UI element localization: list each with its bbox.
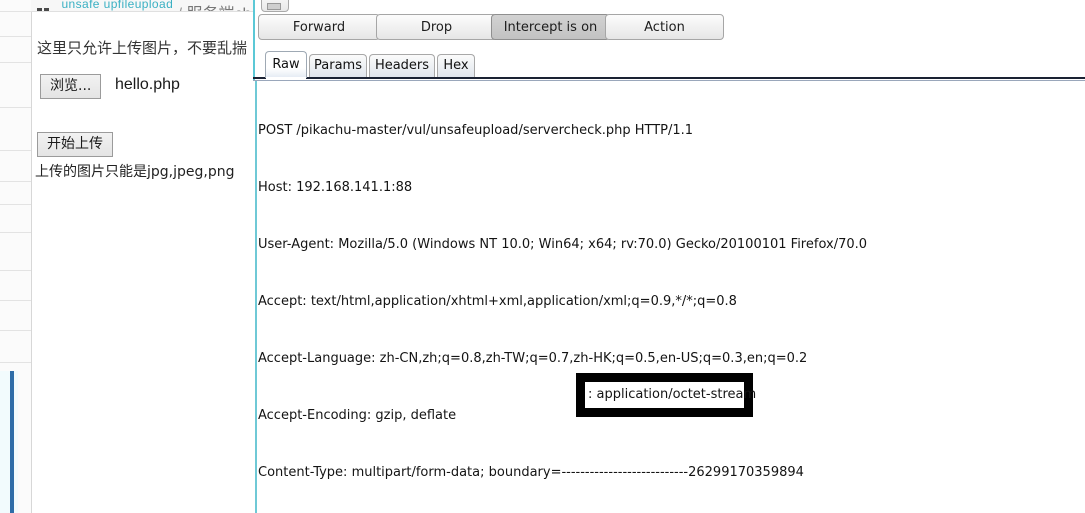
rail-divider [0, 181, 31, 182]
browser-pane: unsafe upfileupload / 服务端check ▾ 这里只允许上传… [0, 0, 253, 513]
grid-icon [37, 0, 51, 11]
left-accent-tint-secondary [14, 371, 18, 513]
header-accept: Accept: text/html,application/xhtml+xml,… [258, 294, 737, 309]
breadcrumb: unsafe upfileupload / 服务端check ▾ [31, 0, 253, 12]
upload-form: 这里只允许上传图片，不要乱揣 浏览... hello.php 开始上传 上传的图… [32, 12, 253, 513]
rail-divider [0, 36, 31, 37]
start-upload-button[interactable]: 开始上传 [37, 132, 113, 157]
tabstrip-rule [253, 77, 1085, 79]
tabstrip-rule-secondary [253, 80, 1085, 81]
rail-divider [0, 330, 31, 331]
forward-button[interactable]: Forward [258, 14, 380, 40]
header-user-agent: User-Agent: Mozilla/5.0 (Windows NT 10.0… [258, 237, 868, 252]
selected-filename-label: hello.php [115, 76, 180, 93]
browse-file-button[interactable]: 浏览... [40, 74, 102, 99]
tab-hex[interactable]: Hex [437, 54, 475, 78]
rail-divider [0, 362, 31, 363]
rail-divider [0, 62, 31, 63]
left-accent-bar [10, 371, 14, 513]
left-accent-tint [0, 371, 10, 513]
breadcrumb-title[interactable]: unsafe upfileupload [61, 0, 173, 11]
burp-action-toolbar: Forward Drop Intercept is on Action [253, 14, 1085, 42]
rail-divider [0, 270, 31, 271]
rail-divider [0, 107, 31, 108]
tab-params[interactable]: Params [309, 54, 367, 78]
tab-raw-active-notch [266, 77, 306, 80]
toolbar-mini-button[interactable] [261, 0, 289, 12]
rail-divider [0, 11, 31, 12]
rail-divider [0, 150, 31, 151]
action-button[interactable]: Action [605, 14, 724, 40]
upload-hint-text: 这里只允许上传图片，不要乱揣 [37, 39, 248, 57]
allowed-filetypes-text: 上传的图片只能是jpg,jpeg,png [35, 164, 235, 180]
tab-raw[interactable]: Raw [265, 51, 307, 78]
drop-button[interactable]: Drop [376, 14, 497, 40]
header-host: Host: 192.168.141.1:88 [258, 180, 413, 195]
tab-headers[interactable]: Headers [369, 54, 435, 78]
raw-request-editor[interactable]: POST /pikachu-master/vul/unsafeupload/se… [253, 81, 1085, 513]
raw-request-text[interactable]: POST /pikachu-master/vul/unsafeupload/se… [258, 83, 1078, 513]
editor-gutter [255, 81, 257, 513]
request-line: POST /pikachu-master/vul/unsafeupload/se… [258, 123, 694, 138]
annotation-highlight-text: : application/octet-stream [588, 387, 757, 402]
rail-divider [0, 204, 31, 205]
rail-divider [0, 300, 31, 301]
intercept-toggle-button[interactable]: Intercept is on [491, 14, 610, 40]
header-accept-language: Accept-Language: zh-CN,zh;q=0.8,zh-TW;q=… [258, 351, 808, 366]
burp-intercept-pane: Forward Drop Intercept is on Action Raw … [253, 0, 1085, 513]
message-editor-tabs: Raw Params Headers Hex [253, 51, 1085, 78]
header-content-type: Content-Type: multipart/form-data; bound… [258, 465, 804, 480]
rail-divider [0, 232, 31, 233]
mini-button-glyph [267, 3, 281, 10]
